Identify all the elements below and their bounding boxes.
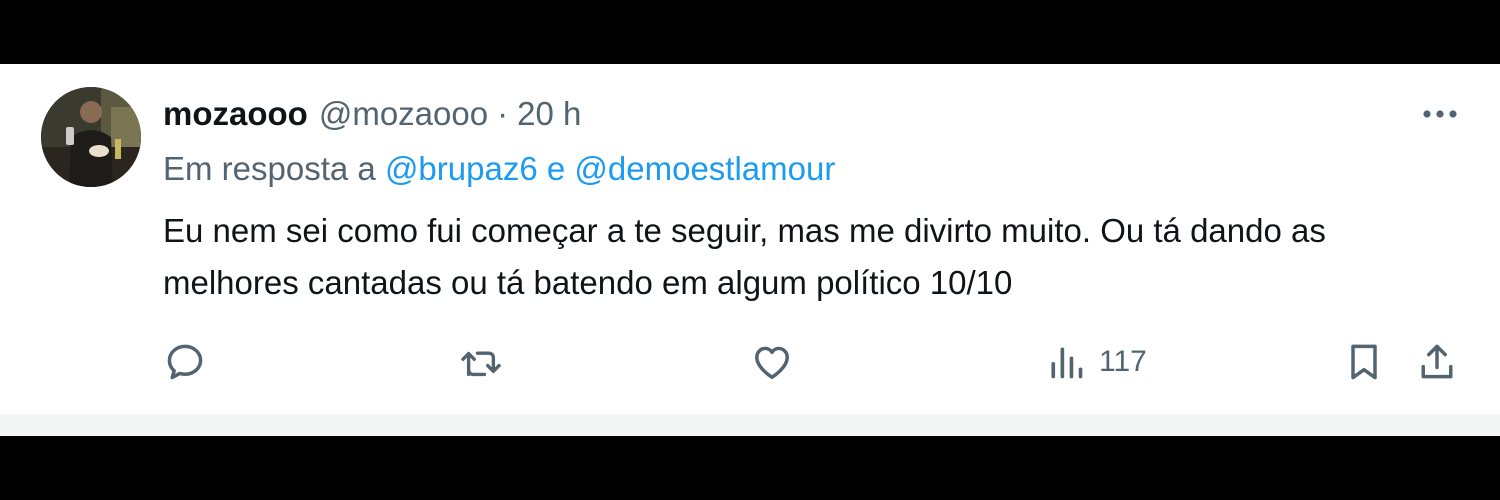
heart-icon: [755, 346, 789, 379]
views-count: 117: [1099, 345, 1147, 378]
bookmark-button[interactable]: [1342, 338, 1386, 386]
reply-context: Em resposta a @brupaz6 e @demoestlamour: [163, 150, 835, 188]
mention-link-1[interactable]: @brupaz6: [385, 150, 538, 187]
reply-icon: [167, 344, 203, 380]
author-handle[interactable]: @mozaooo: [319, 95, 488, 133]
separator-dot: ·: [497, 95, 509, 132]
tweet-text: Eu nem sei como fui começar a te seguir,…: [163, 212, 1326, 301]
more-options-button[interactable]: [1418, 100, 1462, 128]
tweet-header: mozaooo @mozaooo · 20 h: [163, 92, 581, 136]
reply-prefix: Em resposta a: [163, 150, 376, 187]
share-icon: [1421, 344, 1453, 379]
views-icon: [1051, 347, 1083, 379]
tweet-time[interactable]: 20 h: [517, 95, 581, 133]
share-button[interactable]: [1415, 338, 1459, 386]
avatar[interactable]: [41, 87, 141, 187]
divider-strip: [0, 414, 1500, 436]
avatar-photo: [41, 87, 141, 187]
mention-link-2[interactable]: @demoestlamour: [574, 150, 835, 187]
reply-joiner: e: [546, 150, 566, 187]
views-button[interactable]: 117: [1047, 338, 1147, 386]
reply-button[interactable]: [163, 338, 207, 386]
like-button[interactable]: [750, 338, 794, 386]
bookmark-icon: [1351, 344, 1377, 380]
retweet-button[interactable]: [458, 338, 504, 386]
more-icon: [1423, 110, 1457, 118]
author-name[interactable]: mozaooo: [163, 95, 308, 133]
retweet-icon: [461, 351, 501, 377]
